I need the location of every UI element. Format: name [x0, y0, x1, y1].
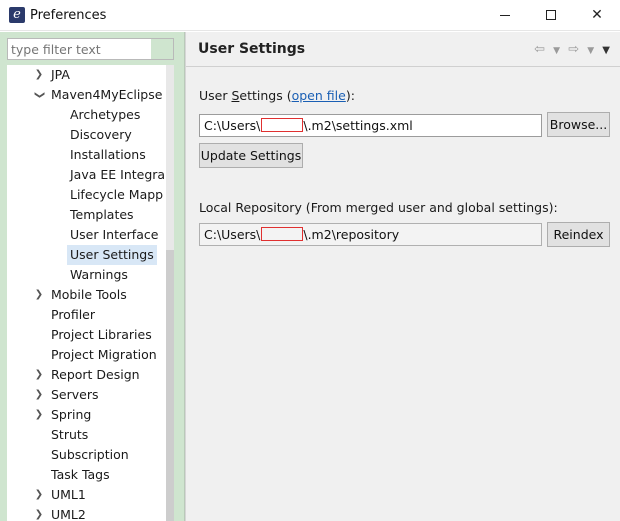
chevron-right-icon[interactable]: ❯ — [34, 285, 44, 305]
tree-item-warnings[interactable]: Warnings — [7, 265, 166, 285]
local-repository-path-field[interactable]: C:\Users\ \.m2\repository — [199, 223, 542, 246]
tree-item-templates[interactable]: Templates — [7, 205, 166, 225]
chevron-right-icon[interactable]: ❯ — [34, 485, 44, 505]
tree-item-label: Task Tags — [51, 467, 110, 482]
path-suffix: \.m2\repository — [303, 227, 400, 242]
tree-item-report-design[interactable]: ❯ Report Design — [7, 365, 166, 385]
open-file-link[interactable]: open file — [292, 88, 346, 103]
tree-item-label: Spring — [51, 407, 92, 422]
tree-item-uml2[interactable]: ❯ UML2 — [7, 505, 166, 521]
tree-item-label: Maven4MyEclipse — [51, 87, 163, 102]
user-settings-label: User Settings (open file): — [199, 88, 355, 103]
tree-item-java-ee-integration[interactable]: Java EE Integra — [7, 165, 166, 185]
chevron-down-icon[interactable]: ❯ — [29, 90, 49, 100]
tree-item-label: Report Design — [51, 367, 140, 382]
user-settings-label-suffix: ettings ( — [239, 88, 292, 103]
tree-item-label: Lifecycle Mapp — [70, 187, 164, 202]
tree-item-label: User Interface — [70, 227, 159, 242]
user-settings-label-prefix: User — [199, 88, 232, 103]
tree-item-label: Warnings — [70, 267, 128, 282]
path-suffix: \.m2\settings.xml — [303, 118, 413, 133]
chevron-right-icon[interactable]: ❯ — [34, 385, 44, 405]
header-divider — [186, 66, 620, 67]
tree-item-label: Templates — [70, 207, 134, 222]
tree-item-project-libraries[interactable]: Project Libraries — [7, 325, 166, 345]
chevron-right-icon[interactable]: ❯ — [34, 505, 44, 521]
tree-item-maven4myeclipse[interactable]: ❯ Maven4MyEclipse — [7, 85, 166, 105]
tree-item-label: Archetypes — [70, 107, 141, 122]
tree-item-task-tags[interactable]: Task Tags — [7, 465, 166, 485]
back-arrow-icon[interactable]: ⇦ — [534, 42, 545, 57]
tree-item-label: Struts — [51, 427, 89, 442]
tree-item-uml1[interactable]: ❯ UML1 — [7, 485, 166, 505]
tree-item-label: Servers — [51, 387, 99, 402]
filter-input[interactable] — [8, 39, 151, 59]
tree-item-label: UML2 — [51, 507, 86, 521]
redacted-username — [261, 227, 304, 241]
tree-item-label: Subscription — [51, 447, 129, 462]
filter-field[interactable] — [7, 38, 174, 60]
tree-item-label: Java EE Integra — [70, 167, 166, 182]
maximize-icon — [546, 10, 556, 20]
chevron-right-icon[interactable]: ❯ — [34, 365, 44, 385]
user-settings-path-input[interactable]: C:\Users\ \.m2\settings.xml — [199, 114, 542, 137]
page-navigation: ⇦ ▼ ⇨ ▼ ▼ — [530, 42, 610, 57]
close-icon: ✕ — [591, 7, 603, 23]
window-title: Preferences — [30, 8, 107, 23]
tree-item-label: Project Libraries — [51, 327, 152, 342]
eclipse-app-icon: e — [9, 7, 25, 23]
tree-item-label: Mobile Tools — [51, 287, 127, 302]
tree-item-servers[interactable]: ❯ Servers — [7, 385, 166, 405]
tree-item-label: Discovery — [70, 127, 132, 142]
tree-item-profiler[interactable]: Profiler — [7, 305, 166, 325]
chevron-right-icon[interactable]: ❯ — [34, 65, 44, 85]
path-prefix: C:\Users\ — [204, 118, 261, 133]
tree-item-spring[interactable]: ❯ Spring — [7, 405, 166, 425]
tree-item-struts[interactable]: Struts — [7, 425, 166, 445]
preferences-sidebar: ❯ JPA ❯ Maven4MyEclipse Archetypes Disco… — [0, 32, 185, 521]
tree-item-discovery[interactable]: Discovery — [7, 125, 166, 145]
title-bar: e Preferences ✕ — [0, 0, 620, 31]
back-dropdown-icon[interactable]: ▼ — [553, 46, 560, 56]
tree-item-user-settings[interactable]: User Settings — [7, 245, 166, 265]
view-menu-icon[interactable]: ▼ — [602, 45, 610, 56]
forward-arrow-icon[interactable]: ⇨ — [568, 42, 579, 57]
tree-item-lifecycle-mappings[interactable]: Lifecycle Mapp — [7, 185, 166, 205]
local-repository-label: Local Repository (From merged user and g… — [199, 200, 558, 215]
clear-filter-icon[interactable] — [151, 39, 173, 59]
tree-item-label: Project Migration — [51, 347, 157, 362]
path-prefix: C:\Users\ — [204, 227, 261, 242]
page-title: User Settings — [198, 41, 306, 57]
tree-scrollbar-thumb[interactable] — [166, 250, 174, 521]
minimize-button[interactable] — [482, 0, 528, 30]
forward-dropdown-icon[interactable]: ▼ — [587, 46, 594, 56]
tree-item-installations[interactable]: Installations — [7, 145, 166, 165]
tree-item-label: JPA — [51, 67, 70, 82]
reindex-button[interactable]: Reindex — [547, 222, 610, 247]
close-button[interactable]: ✕ — [574, 0, 620, 30]
tree-item-label: Profiler — [51, 307, 96, 322]
tree-item-archetypes[interactable]: Archetypes — [7, 105, 166, 125]
tree-item-label: UML1 — [51, 487, 86, 502]
user-settings-label-end: ): — [345, 88, 355, 103]
tree-item-mobile-tools[interactable]: ❯ Mobile Tools — [7, 285, 166, 305]
tree-item-user-interface[interactable]: User Interface — [7, 225, 166, 245]
browse-button[interactable]: Browse... — [547, 112, 610, 137]
tree-item-label-selected: User Settings — [67, 245, 157, 265]
preferences-tree: ❯ JPA ❯ Maven4MyEclipse Archetypes Disco… — [7, 65, 174, 521]
tree-item-subscription[interactable]: Subscription — [7, 445, 166, 465]
tree-item-jpa[interactable]: ❯ JPA — [7, 65, 166, 85]
tree-scrollbar[interactable] — [166, 65, 174, 521]
maximize-button[interactable] — [528, 0, 574, 30]
tree-item-project-migration[interactable]: Project Migration — [7, 345, 166, 365]
update-settings-button[interactable]: Update Settings — [199, 143, 303, 168]
redacted-username — [261, 118, 304, 132]
tree-item-label: Installations — [70, 147, 146, 162]
minimize-icon — [500, 14, 510, 16]
chevron-right-icon[interactable]: ❯ — [34, 405, 44, 425]
settings-page: User Settings ⇦ ▼ ⇨ ▼ ▼ User Settings (o… — [185, 32, 620, 521]
